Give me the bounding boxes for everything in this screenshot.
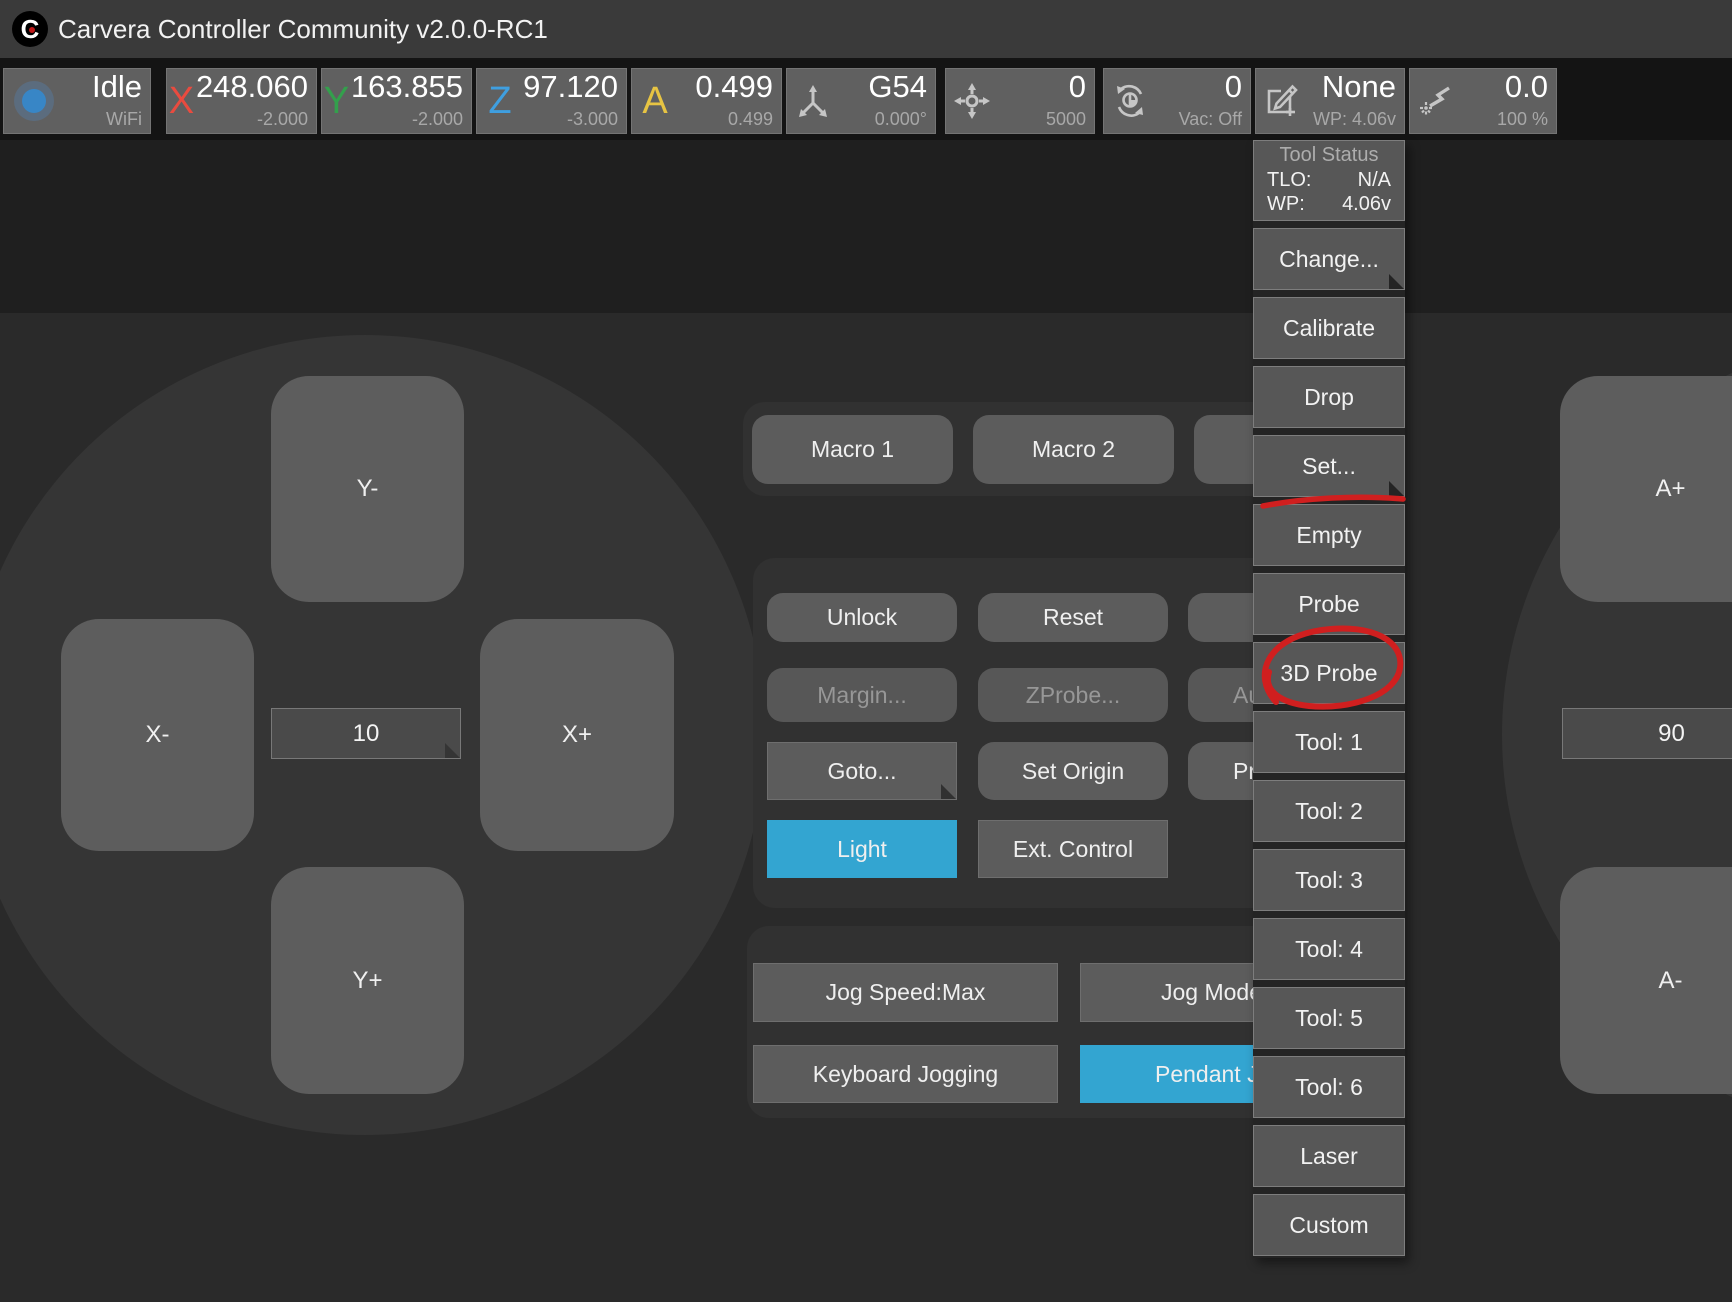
light-toggle-button[interactable]: Light <box>767 820 957 878</box>
vacuum-state: Vac: Off <box>1179 109 1242 129</box>
macro-1-button[interactable]: Macro 1 <box>752 415 953 484</box>
tool-menu: Tool Status TLO: N/A WP: 4.06v Change...… <box>1253 140 1405 1258</box>
menu-item-tool-6[interactable]: Tool: 6 <box>1253 1056 1405 1118</box>
jog-a-plus-button[interactable]: A+ <box>1560 376 1732 602</box>
tool-edit-icon <box>1256 69 1308 133</box>
margin-button[interactable]: Margin... <box>767 668 957 722</box>
move-icon <box>946 69 998 133</box>
goto-button[interactable]: Goto... <box>767 742 957 800</box>
connection-status-tile[interactable]: Idle WiFi <box>3 68 151 134</box>
a-position: 0.499 <box>695 70 773 103</box>
menu-item-tool-4[interactable]: Tool: 4 <box>1253 918 1405 980</box>
z-axis-letter: Z <box>477 69 523 133</box>
spindle-tile[interactable]: 0 Vac: Off <box>1103 68 1251 134</box>
tlo-label: TLO: <box>1267 169 1311 192</box>
menu-item-probe[interactable]: Probe <box>1253 573 1405 635</box>
xy-step-spinner[interactable]: 10 <box>271 708 461 759</box>
z-machine-position: -3.000 <box>567 109 618 129</box>
jog-y-plus-button[interactable]: Y+ <box>271 867 464 1094</box>
window-title: Carvera Controller Community v2.0.0-RC1 <box>58 14 548 45</box>
laser-tile[interactable]: 0.0 100 % <box>1409 68 1557 134</box>
tool-value: None <box>1322 70 1396 103</box>
tlo-value: N/A <box>1358 169 1391 192</box>
jog-a-plus-label: A+ <box>1655 475 1685 503</box>
menu-item-tool-3[interactable]: Tool: 3 <box>1253 849 1405 911</box>
wcs-tile[interactable]: G54 0.000° <box>786 68 936 134</box>
a-angle-value: 0.000° <box>875 109 927 129</box>
z-axis-tile[interactable]: Z 97.120 -3.000 <box>476 68 627 134</box>
zprobe-button[interactable]: ZProbe... <box>978 668 1168 722</box>
spindle-icon <box>1104 69 1156 133</box>
wireless-probe-voltage: WP: 4.06v <box>1313 109 1396 129</box>
machine-state: Idle <box>92 70 142 103</box>
tool-tile[interactable]: None WP: 4.06v <box>1255 68 1405 134</box>
keyboard-jogging-button[interactable]: Keyboard Jogging <box>753 1045 1058 1103</box>
wp-label: WP: <box>1267 193 1305 216</box>
feed-rate-tile[interactable]: 0 5000 <box>945 68 1095 134</box>
menu-item-set[interactable]: Set... <box>1253 435 1405 497</box>
wcs-value: G54 <box>868 70 927 103</box>
menu-item-tool-1[interactable]: Tool: 1 <box>1253 711 1405 773</box>
jog-x-minus-button[interactable]: X- <box>61 619 254 851</box>
y-axis-tile[interactable]: Y 163.855 -2.000 <box>321 68 472 134</box>
x-axis-tile[interactable]: X 248.060 -2.000 <box>166 68 317 134</box>
menu-item-custom[interactable]: Custom <box>1253 1194 1405 1256</box>
set-origin-button[interactable]: Set Origin <box>978 742 1168 800</box>
menu-item-tool-2[interactable]: Tool: 2 <box>1253 780 1405 842</box>
a-axis-tile[interactable]: A 0.499 0.499 <box>631 68 782 134</box>
laser-icon <box>1410 69 1462 133</box>
a-step-spinner[interactable]: 90 <box>1562 708 1732 759</box>
jog-a-minus-button[interactable]: A- <box>1560 867 1732 1094</box>
a-machine-position: 0.499 <box>728 109 773 129</box>
jog-a-minus-label: A- <box>1659 967 1683 995</box>
x-position: 248.060 <box>196 70 308 103</box>
feed-value: 0 <box>1069 70 1086 103</box>
jog-x-plus-label: X+ <box>562 721 592 749</box>
jog-x-minus-label: X- <box>146 721 170 749</box>
reset-button[interactable]: Reset <box>978 593 1168 642</box>
a-step-value: 90 <box>1658 720 1685 748</box>
connection-dot-icon <box>22 89 46 113</box>
menu-item-drop[interactable]: Drop <box>1253 366 1405 428</box>
a-axis-letter: A <box>632 69 678 133</box>
carvera-logo-icon: C <box>12 11 48 47</box>
y-position: 163.855 <box>351 70 463 103</box>
jog-y-minus-label: Y- <box>357 475 379 503</box>
status-bar: Idle WiFi X 248.060 -2.000 Y 163.855 -2.… <box>0 58 1732 140</box>
title-bar: C Carvera Controller Community v2.0.0-RC… <box>0 0 1732 58</box>
spindle-rpm-value: 0 <box>1225 70 1242 103</box>
x-axis-letter: X <box>167 69 196 133</box>
menu-item-empty[interactable]: Empty <box>1253 504 1405 566</box>
laser-scale-value: 100 % <box>1497 109 1548 129</box>
menu-item-change[interactable]: Change... <box>1253 228 1405 290</box>
x-machine-position: -2.000 <box>257 109 308 129</box>
macro-2-button[interactable]: Macro 2 <box>973 415 1174 484</box>
xy-step-value: 10 <box>353 720 380 748</box>
y-axis-letter: Y <box>322 69 351 133</box>
menu-item-3d-probe[interactable]: 3D Probe <box>1253 642 1405 704</box>
menu-item-laser[interactable]: Laser <box>1253 1125 1405 1187</box>
z-position: 97.120 <box>523 70 618 103</box>
menu-item-tool-5[interactable]: Tool: 5 <box>1253 987 1405 1049</box>
tool-status-box: Tool Status TLO: N/A WP: 4.06v <box>1253 140 1405 221</box>
tool-status-title: Tool Status <box>1267 144 1391 167</box>
jog-y-minus-button[interactable]: Y- <box>271 376 464 602</box>
wp-value: 4.06v <box>1342 193 1391 216</box>
feed-max-value: 5000 <box>1046 109 1086 129</box>
carvera-controller-window: Y- X- X+ Y+ 10 A+ 90 A- Macro 1 Macro 2 … <box>0 0 1732 1302</box>
axes-icon <box>787 69 839 133</box>
jog-speed-button[interactable]: Jog Speed:Max <box>753 963 1058 1022</box>
y-machine-position: -2.000 <box>412 109 463 129</box>
jog-x-plus-button[interactable]: X+ <box>480 619 674 851</box>
ext-control-button[interactable]: Ext. Control <box>978 820 1168 878</box>
menu-item-calibrate[interactable]: Calibrate <box>1253 297 1405 359</box>
connection-type: WiFi <box>106 109 142 129</box>
jog-y-plus-label: Y+ <box>352 967 382 995</box>
laser-power-value: 0.0 <box>1505 70 1548 103</box>
unlock-button[interactable]: Unlock <box>767 593 957 642</box>
